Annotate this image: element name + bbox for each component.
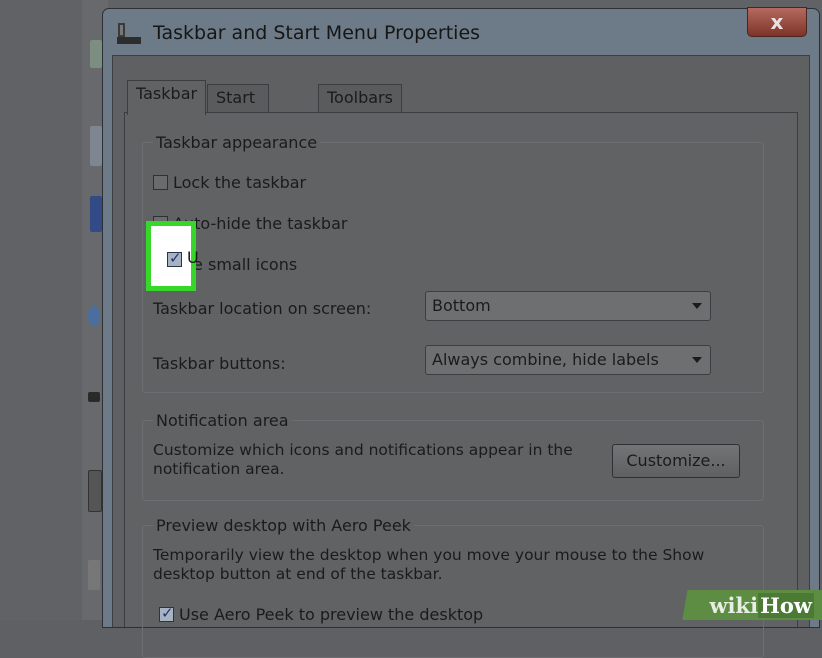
customize-button[interactable]: Customize... — [612, 444, 740, 478]
desktop-icon[interactable] — [88, 392, 100, 402]
small-icons-label-fragment: U — [187, 248, 199, 267]
window-title: Taskbar and Start Menu Properties — [153, 22, 481, 44]
properties-dialog: Taskbar and Start Menu Properties x Task… — [102, 7, 820, 658]
watermark-part1: wiki — [709, 592, 759, 618]
dropdown-caret-icon — [692, 303, 702, 309]
wikihow-watermark: wiki How — [672, 590, 822, 620]
aero-peek-description: Temporarily view the desktop when you mo… — [153, 546, 705, 583]
lock-taskbar-option[interactable]: Lock the taskbar — [153, 173, 306, 192]
notification-description: Customize which icons and notifications … — [153, 441, 573, 478]
aero-peek-label: Use Aero Peek to preview the desktop — [179, 605, 484, 624]
tab-start-menu[interactable]: Start Menu — [207, 84, 269, 133]
desktop-icon[interactable] — [90, 40, 102, 68]
small-icons-checkbox-highlighted[interactable] — [167, 249, 182, 267]
highlight-box: U — [146, 221, 199, 291]
location-value: Bottom — [432, 296, 491, 315]
tab-toolbars[interactable]: Toolbars — [318, 84, 402, 112]
tab-taskbar[interactable]: Taskbar — [127, 80, 207, 115]
aero-peek-option[interactable]: Use Aero Peek to preview the desktop — [159, 604, 484, 624]
desktop-icon[interactable] — [88, 560, 100, 590]
desktop-icon[interactable] — [90, 196, 102, 232]
watermark-part2: How — [758, 592, 814, 618]
taskbar-buttons-dropdown[interactable]: Always combine, hide labels — [425, 345, 711, 375]
autohide-taskbar-label: Auto-hide the taskbar — [173, 214, 348, 233]
location-label: Taskbar location on screen: — [153, 299, 372, 318]
desktop-icon[interactable] — [88, 470, 102, 512]
lock-taskbar-label: Lock the taskbar — [173, 173, 307, 192]
taskbar-tab-panel: Taskbar appearance Lock the taskbar Auto… — [124, 112, 798, 658]
desktop-icon[interactable] — [88, 306, 100, 326]
group-legend: Notification area — [156, 411, 289, 430]
taskbar-buttons-label: Taskbar buttons: — [153, 354, 286, 373]
aero-peek-group: Preview desktop with Aero Peek — [142, 516, 764, 658]
close-button[interactable]: x — [747, 7, 807, 37]
lock-taskbar-checkbox[interactable] — [153, 175, 168, 190]
close-icon: x — [770, 10, 784, 34]
title-bar[interactable]: Taskbar and Start Menu Properties x — [103, 7, 819, 55]
dropdown-caret-icon — [692, 357, 702, 363]
group-legend: Preview desktop with Aero Peek — [156, 516, 411, 535]
window-app-icon — [117, 23, 141, 45]
dialog-client-area: Taskbar Start Menu Toolbars Taskbar appe… — [112, 55, 810, 658]
desktop-icon[interactable] — [90, 126, 102, 166]
location-dropdown[interactable]: Bottom — [425, 291, 711, 321]
group-legend: Taskbar appearance — [156, 133, 318, 152]
taskbar-buttons-value: Always combine, hide labels — [432, 350, 659, 369]
